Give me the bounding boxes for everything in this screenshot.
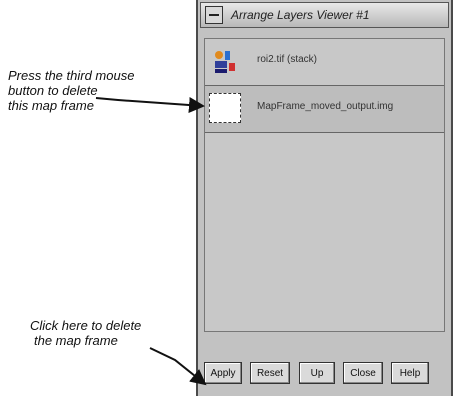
callout-line: the map frame [34, 333, 118, 348]
arrange-layers-window: Arrange Layers Viewer #1 roi2.tif (stack… [196, 0, 453, 396]
map-frame-row[interactable]: MapFrame_moved_output.img [205, 86, 444, 133]
callout-line: this map frame [8, 98, 94, 113]
layer-label: roi2.tif (stack) [257, 54, 318, 65]
callout-line: Press the third mouse [8, 68, 135, 83]
callout-delete-frame: Press the third mouse button to delete t… [8, 68, 134, 113]
window-menu-button[interactable] [205, 6, 223, 24]
callout-click-here: Click here to delete the map frame [30, 318, 141, 348]
apply-button[interactable]: Apply [204, 362, 242, 384]
layer-list: roi2.tif (stack) MapFrame_moved_output.i… [204, 38, 445, 332]
reset-button[interactable]: Reset [250, 362, 290, 384]
title-bar: Arrange Layers Viewer #1 [200, 2, 449, 28]
button-bar: Apply Reset Up Close Help [200, 362, 449, 388]
help-button[interactable]: Help [391, 362, 429, 384]
map-frame-label: MapFrame_moved_output.img [257, 101, 394, 112]
window-title: Arrange Layers Viewer #1 [231, 8, 370, 22]
up-button[interactable]: Up [299, 362, 335, 384]
layer-stack-icon [215, 51, 235, 73]
close-button[interactable]: Close [343, 362, 383, 384]
callout-line: button to delete [8, 83, 98, 98]
map-frame-icon [209, 93, 241, 123]
layer-row[interactable]: roi2.tif (stack) [205, 39, 444, 86]
callout-line: Click here to delete [30, 318, 142, 333]
